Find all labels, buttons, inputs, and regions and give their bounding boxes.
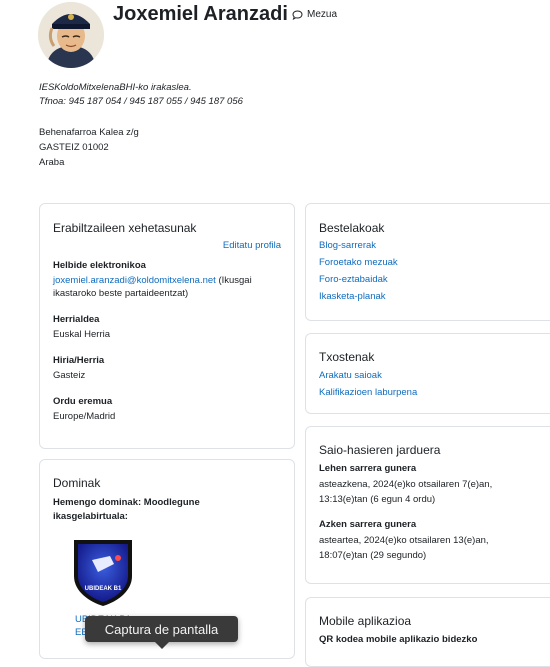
address-line: Araba: [39, 157, 65, 168]
forum-discussions-link[interactable]: Foro-eztabaidak: [319, 274, 398, 285]
first-access-field: Lehen sarrera gunera asteazkena, 2024(e)…: [319, 463, 519, 507]
edit-profile-link[interactable]: Editatu profila: [223, 240, 281, 251]
speech-bubble-icon: [292, 9, 303, 20]
avatar-portrait-icon: [38, 2, 104, 68]
city-label: Hiria/Herria: [53, 355, 105, 366]
email-value-wrapper: joxemiel.aranzadi@koldomitxelena.net (Ik…: [53, 274, 285, 300]
badge-text: UBIDEAK B1: [85, 586, 122, 592]
first-access-value: asteazkena, 2024(e)ko otsailaren 7(e)an,…: [319, 479, 493, 505]
browse-sessions-link[interactable]: Arakatu saioak: [319, 370, 417, 381]
profile-name: Joxemiel Aranzadi: [113, 3, 288, 25]
avatar: [38, 2, 104, 68]
badges-subtitle: Hemengo dominak: Moodlegune ikasgelabirt…: [53, 497, 200, 522]
profile-address: Behenafarroa Kalea z/g GASTEIZ 01002 Ara…: [39, 125, 139, 170]
address-line: Behenafarroa Kalea z/g: [39, 127, 139, 138]
forum-posts-link[interactable]: Foroetako mezuak: [319, 257, 398, 268]
grades-overview-link[interactable]: Kalifikazioen laburpena: [319, 387, 417, 398]
last-access-field: Azken sarrera gunera asteartea, 2024(e)k…: [319, 519, 519, 563]
last-access-value: asteartea, 2024(e)ko otsailaren 13(e)an,…: [319, 535, 489, 561]
screenshot-tooltip: Captura de pantalla: [85, 616, 238, 649]
address-line: GASTEIZ 01002: [39, 142, 109, 153]
blog-entries-link[interactable]: Blog-sarrerak: [319, 240, 398, 251]
mobile-app-card: Mobile aplikazioa QR kodea mobile aplika…: [305, 597, 550, 667]
message-button[interactable]: Mezua: [292, 9, 337, 20]
city-value: Gasteiz: [53, 370, 86, 381]
login-activity-title: Saio-hasieren jarduera: [319, 443, 441, 457]
qr-code-label: QR kodea mobile aplikazio bidezko: [319, 634, 478, 645]
description-line: IESKoldoMitxelenaBHI-ko irakaslea.: [39, 82, 192, 93]
country-label: Herrialdea: [53, 314, 100, 325]
country-field: Herrialdea Euskal Herria: [53, 314, 110, 341]
email-link[interactable]: joxemiel.aranzadi@koldomitxelena.net: [53, 275, 216, 286]
timezone-field: Ordu eremua Europe/Madrid: [53, 396, 115, 423]
mobile-app-title: Mobile aplikazioa: [319, 614, 412, 628]
timezone-value: Europe/Madrid: [53, 411, 116, 422]
user-details-title: Erabiltzaileen xehetasunak: [53, 221, 197, 235]
reports-card: Txostenak Arakatu saioak Kalifikazioen l…: [305, 333, 550, 414]
learning-plans-link[interactable]: Ikasketa-planak: [319, 291, 398, 302]
last-access-label: Azken sarrera gunera: [319, 519, 417, 530]
city-field: Hiria/Herria Gasteiz: [53, 355, 104, 382]
user-details-card: Erabiltzaileen xehetasunak Editatu profi…: [39, 203, 295, 449]
reports-links: Arakatu saioak Kalifikazioen laburpena: [319, 370, 417, 404]
misc-card: Bestelakoak Blog-sarrerak Foroetako mezu…: [305, 203, 550, 321]
email-label: Helbide elektronikoa: [53, 260, 146, 271]
login-activity-card: Saio-hasieren jarduera Lehen sarrera gun…: [305, 426, 550, 584]
message-label: Mezua: [307, 9, 338, 20]
badges-title: Dominak: [53, 476, 101, 490]
email-field: Helbide elektronikoa joxemiel.aranzadi@k…: [53, 260, 285, 300]
first-access-label: Lehen sarrera gunera: [319, 463, 417, 474]
misc-title: Bestelakoak: [319, 221, 385, 235]
reports-title: Txostenak: [319, 350, 375, 364]
profile-description: IESKoldoMitxelenaBHI-ko irakaslea. Tfnoa…: [39, 81, 243, 109]
misc-links: Blog-sarrerak Foroetako mezuak Foro-ezta…: [319, 240, 398, 308]
shield-badge-icon: UBIDEAK B1: [74, 540, 132, 606]
description-line: Tfnoa: 945 187 054 / 945 187 055 / 945 1…: [39, 96, 243, 107]
country-value: Euskal Herria: [53, 329, 111, 340]
timezone-label: Ordu eremua: [53, 396, 113, 407]
